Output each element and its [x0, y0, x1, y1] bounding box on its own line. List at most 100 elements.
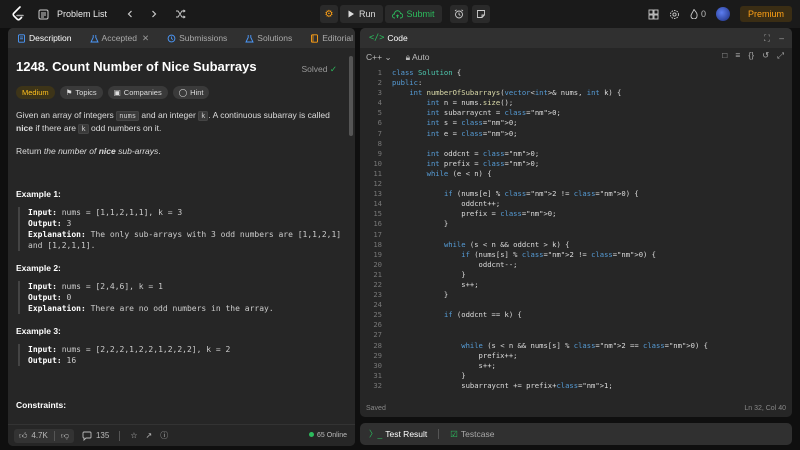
- code-line[interactable]: 30 s++;: [360, 361, 792, 371]
- debug-button[interactable]: ⚙: [320, 5, 338, 23]
- code-line[interactable]: 8: [360, 139, 792, 149]
- code-line[interactable]: 31 }: [360, 371, 792, 381]
- example-3: Example 3: Input: nums = [2,2,2,1,2,2,1,…: [16, 326, 347, 366]
- code-line[interactable]: 20 oddcnt--;: [360, 260, 792, 270]
- problem-list-link[interactable]: Problem List: [57, 9, 107, 19]
- list-icon[interactable]: [38, 9, 49, 20]
- code-line[interactable]: 27: [360, 330, 792, 340]
- language-select[interactable]: C++ ⌄: [366, 52, 392, 63]
- code-text: int numberOfSubarrays(vector<int>& nums,…: [409, 88, 622, 98]
- cloud-upload-icon: [391, 9, 403, 18]
- editor-toolbar: C++ ⌄ 🔒︎ Auto □ ≡ {} ↺ ⤢: [360, 48, 792, 66]
- reset-icon[interactable]: ↺: [762, 50, 769, 61]
- tag-icon: ⚑: [65, 88, 73, 97]
- description-panel: Description Accepted ✕ Submissions Solut…: [8, 28, 355, 446]
- code-line[interactable]: 29 prefix++;: [360, 351, 792, 361]
- code-line[interactable]: 23 }: [360, 290, 792, 300]
- code-line[interactable]: 21 }: [360, 270, 792, 280]
- code-line[interactable]: 13 if (nums[e] % class="nm">2 != class="…: [360, 189, 792, 199]
- help-icon[interactable]: ⓘ: [160, 430, 168, 441]
- maximize-icon[interactable]: ⛶: [764, 33, 770, 44]
- chevron-right-icon[interactable]: [149, 9, 159, 19]
- hint-chip[interactable]: ◯ Hint: [172, 86, 210, 99]
- line-number: 22: [373, 279, 382, 289]
- expand-icon[interactable]: ⤢: [777, 50, 784, 61]
- comments-button[interactable]: 135: [82, 431, 109, 441]
- code-line[interactable]: 10 int prefix = class="nm">0;: [360, 159, 792, 169]
- like-button[interactable]: 👍︎ 4.7K 👎︎: [14, 428, 74, 443]
- like-count: 4.7K: [31, 431, 48, 440]
- description-scrollbar[interactable]: [349, 56, 353, 136]
- code-line[interactable]: 7 int e = class="nm">0;: [360, 129, 792, 139]
- tab-solutions[interactable]: Solutions: [242, 33, 295, 43]
- code-text: int s = class="nm">0;: [426, 118, 518, 128]
- shuffle-icon[interactable]: [175, 9, 186, 19]
- star-icon[interactable]: ☆: [130, 431, 137, 440]
- code-line[interactable]: 22 s++;: [360, 280, 792, 290]
- code-line[interactable]: 14 oddcnt++;: [360, 199, 792, 209]
- run-button[interactable]: Run: [340, 5, 383, 23]
- code-line[interactable]: 19 if (nums[s] % class="nm">2 != class="…: [360, 250, 792, 260]
- avatar[interactable]: [715, 7, 730, 21]
- code-line[interactable]: 24: [360, 300, 792, 310]
- chevron-left-icon[interactable]: [125, 9, 135, 19]
- code-editor[interactable]: 1 class Solution {2 public: 3 int numberOfS…: [360, 68, 792, 398]
- code-line[interactable]: 12: [360, 179, 792, 189]
- code-line[interactable]: 6 int s = class="nm">0;: [360, 118, 792, 128]
- cursor-position: Ln 32, Col 40: [744, 404, 786, 412]
- code-line[interactable]: 17: [360, 230, 792, 240]
- code-line[interactable]: 32 subarraycnt += prefix+class="nm">1;: [360, 381, 792, 391]
- submit-button[interactable]: Submit: [384, 5, 442, 23]
- desc-italic: the number of: [43, 146, 97, 156]
- code-line[interactable]: 9 int oddcnt = class="nm">0;: [360, 149, 792, 159]
- thumbs-down-icon[interactable]: 👎︎: [61, 431, 69, 441]
- code-line[interactable]: 2 public:: [360, 78, 792, 88]
- tab-description[interactable]: Description: [14, 33, 75, 43]
- code-line[interactable]: 25 if (oddcnt == k) {: [360, 310, 792, 320]
- line-number: 2: [377, 78, 382, 88]
- tab-testcase[interactable]: ☑ Testcase: [447, 429, 497, 440]
- leetcode-logo-icon[interactable]: [11, 6, 25, 22]
- share-icon[interactable]: ↗: [146, 431, 153, 440]
- example-input: nums = [2,4,6], k = 1: [61, 282, 163, 291]
- code-line[interactable]: 1 class Solution {: [360, 68, 792, 78]
- code-line[interactable]: 26: [360, 320, 792, 330]
- code-line[interactable]: 18 while (s < n && oddcnt > k) {: [360, 240, 792, 250]
- premium-button[interactable]: Premium: [739, 6, 792, 22]
- companies-chip[interactable]: ▣ Companies: [107, 86, 168, 99]
- line-number: 18: [373, 239, 382, 249]
- code-line[interactable]: 4 int n = nums.size();: [360, 98, 792, 108]
- tab-test-result[interactable]: 〉_ Test Result: [366, 428, 430, 440]
- description-body: 1248. Count Number of Nice Subarrays Sol…: [8, 48, 355, 424]
- close-icon[interactable]: ✕: [142, 33, 149, 44]
- code-line[interactable]: 15 prefix = class="nm">0;: [360, 209, 792, 219]
- auto-mode[interactable]: 🔒︎ Auto: [406, 52, 430, 63]
- minimize-icon[interactable]: –: [779, 33, 784, 43]
- gear-icon[interactable]: [669, 9, 680, 20]
- line-number: 19: [373, 249, 382, 259]
- bookmark-icon[interactable]: □: [722, 50, 727, 61]
- format-icon[interactable]: ≡: [735, 50, 740, 61]
- code-line[interactable]: 11 while (e < n) {: [360, 169, 792, 179]
- line-number: 4: [377, 98, 382, 108]
- notes-button[interactable]: [471, 5, 490, 23]
- code-line[interactable]: 5 int subarraycnt = class="nm">0;: [360, 108, 792, 118]
- difficulty-badge[interactable]: Medium: [16, 86, 55, 99]
- code-line[interactable]: 28 while (s < n && nums[s] % class="nm">…: [360, 341, 792, 351]
- code-line[interactable]: 3 int numberOfSubarrays(vector<int>& num…: [360, 88, 792, 98]
- coins-counter[interactable]: 0: [690, 9, 706, 19]
- example-title: Example 2:: [16, 263, 61, 273]
- companies-label: Companies: [123, 88, 162, 97]
- layout-grid-icon[interactable]: [648, 9, 659, 20]
- timer-button[interactable]: [449, 5, 468, 23]
- desc-text: odd numbers on it.: [91, 123, 162, 133]
- topics-chip[interactable]: ⚑ Topics: [59, 86, 103, 99]
- tab-accepted[interactable]: Accepted ✕: [87, 33, 153, 44]
- tab-editorial[interactable]: Editorial: [307, 33, 355, 43]
- tab-submissions[interactable]: Submissions: [164, 33, 230, 43]
- code-text: oddcnt++;: [392, 199, 501, 209]
- braces-icon[interactable]: {}: [748, 50, 754, 61]
- description-footer: 👍︎ 4.7K 👎︎ 135 ☆ ↗ ⓘ 65 Online: [8, 424, 355, 446]
- tab-code[interactable]: </> Code: [366, 33, 411, 43]
- code-line[interactable]: 16 }: [360, 219, 792, 229]
